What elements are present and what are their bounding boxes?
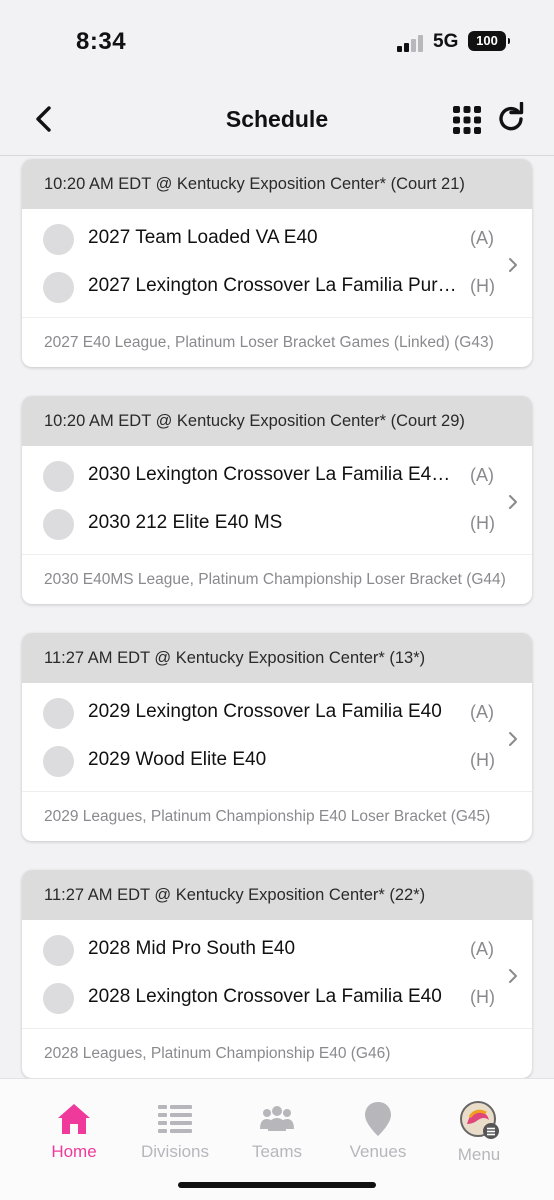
chevron-right-icon	[509, 732, 517, 746]
team-row: 2028 Mid Pro South E40 (A)	[22, 926, 532, 974]
refresh-button[interactable]	[494, 101, 528, 136]
team-name: 2030 212 Elite E40 MS	[88, 512, 283, 533]
schedule-list: 10:20 AM EDT @ Kentucky Exposition Cente…	[0, 157, 554, 1078]
network-type: 5G	[433, 31, 459, 52]
tab-menu[interactable]: Menu	[429, 1079, 529, 1169]
team-name: 2027 Lexington Crossover La Familia Purp…	[88, 275, 458, 296]
tab-label: Home	[51, 1142, 97, 1161]
team-side: (H)	[470, 987, 495, 1007]
team-side: (H)	[470, 750, 495, 770]
home-indicator	[178, 1182, 376, 1188]
grid-view-button[interactable]	[451, 104, 483, 136]
signal-strength-icon	[397, 34, 427, 52]
team-row: 2030 Lexington Crossover La Familia E40 …	[22, 452, 532, 500]
team-row: 2029 Wood Elite E40 (H)	[22, 737, 532, 785]
game-card[interactable]: 10:20 AM EDT @ Kentucky Exposition Cente…	[22, 396, 532, 604]
team-name: 2029 Wood Elite E40	[88, 749, 267, 770]
team-name: 2030 Lexington Crossover La Familia E40 …	[88, 464, 458, 485]
tab-label: Menu	[457, 1145, 501, 1164]
game-time-venue: 10:20 AM EDT @ Kentucky Exposition Cente…	[22, 159, 532, 209]
team-name: 2028 Mid Pro South E40	[88, 938, 296, 959]
tab-label: Venues	[349, 1142, 407, 1161]
team-side: (A)	[470, 702, 494, 722]
team-side: (A)	[470, 939, 494, 959]
team-row: 2028 Lexington Crossover La Familia E40 …	[22, 974, 532, 1022]
team-logo-placeholder	[43, 983, 74, 1014]
game-league-info: 2030 E40MS League, Platinum Championship…	[22, 554, 532, 604]
team-row: 2030 212 Elite E40 MS (H)	[22, 500, 532, 548]
team-logo-placeholder	[43, 698, 74, 729]
team-logo-placeholder	[43, 224, 74, 255]
tab-label: Divisions	[140, 1142, 210, 1161]
team-logo-placeholder	[43, 461, 74, 492]
game-card[interactable]: 11:27 AM EDT @ Kentucky Exposition Cente…	[22, 870, 532, 1078]
team-logo-placeholder	[43, 935, 74, 966]
game-league-info: 2028 Leagues, Platinum Championship E40 …	[22, 1028, 532, 1078]
chevron-right-icon	[509, 969, 517, 983]
tab-label: Teams	[251, 1142, 303, 1161]
tab-teams[interactable]: Teams	[227, 1079, 327, 1169]
team-logo-placeholder	[43, 509, 74, 540]
status-bar: 8:34 5G 100	[0, 0, 554, 80]
refresh-icon	[499, 101, 524, 131]
team-side: (A)	[470, 228, 494, 248]
battery-level: 100	[476, 33, 498, 48]
chevron-right-icon	[509, 258, 517, 272]
battery-icon: 100	[468, 31, 510, 51]
team-side: (A)	[470, 465, 494, 485]
tab-venues[interactable]: Venues	[328, 1079, 428, 1169]
game-league-info: 2029 Leagues, Platinum Championship E40 …	[22, 791, 532, 841]
chevron-right-icon	[509, 495, 517, 509]
game-card[interactable]: 10:20 AM EDT @ Kentucky Exposition Cente…	[22, 159, 532, 367]
status-time: 8:34	[76, 28, 127, 55]
team-name: 2029 Lexington Crossover La Familia E40	[88, 701, 442, 722]
menu-avatar-icon	[460, 1101, 499, 1139]
team-logo-placeholder	[43, 746, 74, 777]
grid-icon	[453, 106, 481, 134]
divisions-icon	[158, 1105, 192, 1133]
team-side: (H)	[470, 276, 495, 296]
location-pin-icon	[365, 1102, 391, 1136]
team-row: 2027 Team Loaded VA E40 (A)	[22, 215, 532, 263]
team-row: 2029 Lexington Crossover La Familia E40 …	[22, 689, 532, 737]
game-card[interactable]: 11:27 AM EDT @ Kentucky Exposition Cente…	[22, 633, 532, 841]
tab-divisions[interactable]: Divisions	[125, 1079, 225, 1169]
team-name: 2027 Team Loaded VA E40	[88, 227, 318, 248]
home-icon	[58, 1104, 90, 1134]
game-league-info: 2027 E40 League, Platinum Loser Bracket …	[22, 317, 532, 367]
team-row: 2027 Lexington Crossover La Familia Purp…	[22, 263, 532, 311]
team-side: (H)	[470, 513, 495, 533]
game-time-venue: 11:27 AM EDT @ Kentucky Exposition Cente…	[22, 633, 532, 683]
game-time-venue: 11:27 AM EDT @ Kentucky Exposition Cente…	[22, 870, 532, 920]
team-logo-placeholder	[43, 272, 74, 303]
game-time-venue: 10:20 AM EDT @ Kentucky Exposition Cente…	[22, 396, 532, 446]
teams-icon	[260, 1106, 294, 1131]
team-name: 2028 Lexington Crossover La Familia E40	[88, 986, 442, 1007]
nav-bar: Schedule	[0, 80, 554, 156]
tab-home[interactable]: Home	[24, 1079, 124, 1169]
